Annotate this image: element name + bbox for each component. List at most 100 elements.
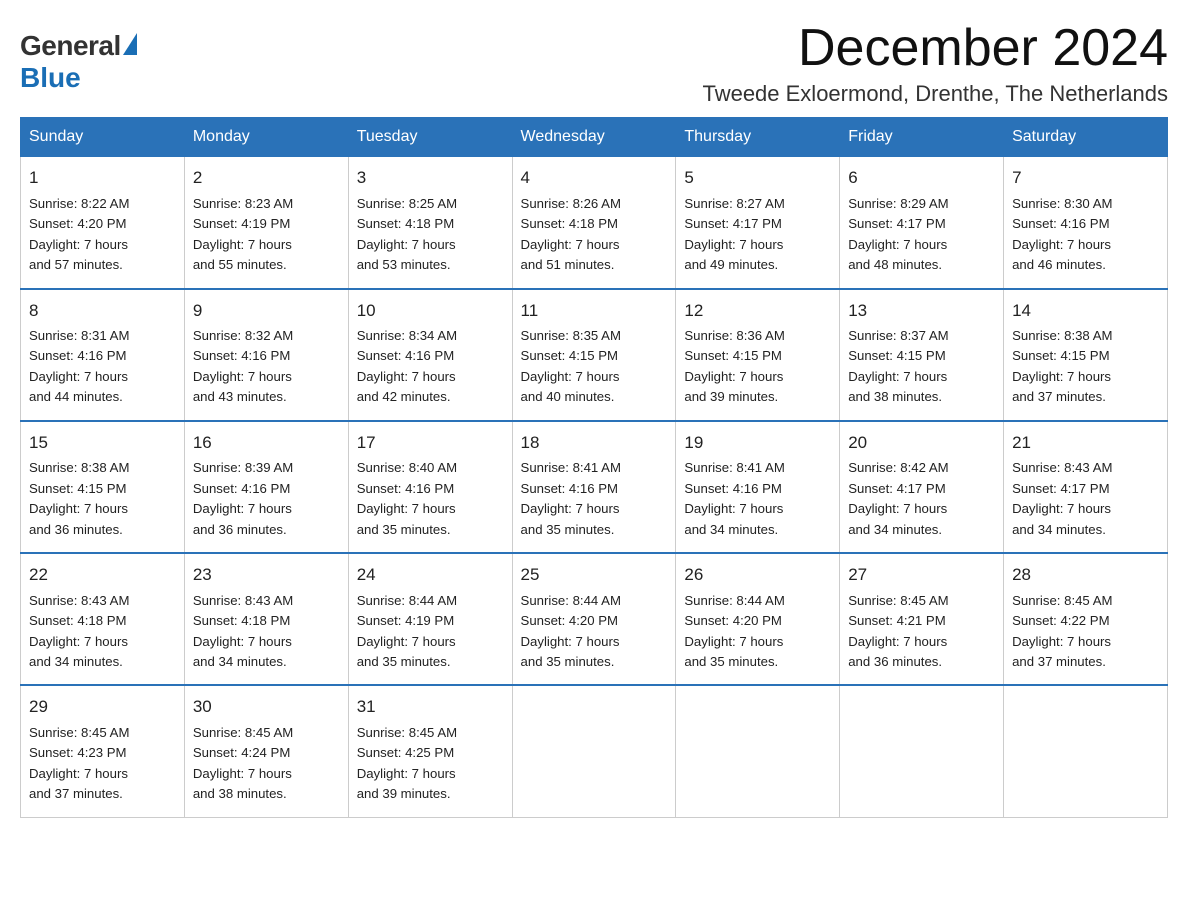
calendar-cell: 6 Sunrise: 8:29 AMSunset: 4:17 PMDayligh…: [840, 157, 1004, 289]
calendar-cell: 10 Sunrise: 8:34 AMSunset: 4:16 PMDaylig…: [348, 289, 512, 421]
calendar-cell: 13 Sunrise: 8:37 AMSunset: 4:15 PMDaylig…: [840, 289, 1004, 421]
calendar-cell: [512, 685, 676, 817]
logo-triangle-icon: [123, 33, 137, 55]
calendar-cell: [676, 685, 840, 817]
week-row-3: 15 Sunrise: 8:38 AMSunset: 4:15 PMDaylig…: [21, 421, 1168, 553]
calendar-cell: 4 Sunrise: 8:26 AMSunset: 4:18 PMDayligh…: [512, 157, 676, 289]
day-info: Sunrise: 8:39 AMSunset: 4:16 PMDaylight:…: [193, 460, 293, 536]
day-info: Sunrise: 8:35 AMSunset: 4:15 PMDaylight:…: [521, 328, 621, 404]
day-info: Sunrise: 8:37 AMSunset: 4:15 PMDaylight:…: [848, 328, 948, 404]
day-info: Sunrise: 8:42 AMSunset: 4:17 PMDaylight:…: [848, 460, 948, 536]
logo-blue-text: Blue: [20, 62, 81, 93]
day-number: 8: [29, 298, 176, 324]
calendar-cell: 20 Sunrise: 8:42 AMSunset: 4:17 PMDaylig…: [840, 421, 1004, 553]
day-info: Sunrise: 8:23 AMSunset: 4:19 PMDaylight:…: [193, 196, 293, 272]
day-number: 22: [29, 562, 176, 588]
day-info: Sunrise: 8:45 AMSunset: 4:21 PMDaylight:…: [848, 593, 948, 669]
day-number: 6: [848, 165, 995, 191]
day-number: 3: [357, 165, 504, 191]
calendar-table: SundayMondayTuesdayWednesdayThursdayFrid…: [20, 117, 1168, 818]
calendar-cell: [1004, 685, 1168, 817]
calendar-cell: 21 Sunrise: 8:43 AMSunset: 4:17 PMDaylig…: [1004, 421, 1168, 553]
day-number: 25: [521, 562, 668, 588]
day-info: Sunrise: 8:40 AMSunset: 4:16 PMDaylight:…: [357, 460, 457, 536]
logo-blue-part: [121, 37, 137, 55]
day-number: 4: [521, 165, 668, 191]
day-info: Sunrise: 8:41 AMSunset: 4:16 PMDaylight:…: [521, 460, 621, 536]
day-info: Sunrise: 8:38 AMSunset: 4:15 PMDaylight:…: [29, 460, 129, 536]
day-number: 2: [193, 165, 340, 191]
day-number: 28: [1012, 562, 1159, 588]
calendar-cell: 22 Sunrise: 8:43 AMSunset: 4:18 PMDaylig…: [21, 553, 185, 685]
day-info: Sunrise: 8:45 AMSunset: 4:24 PMDaylight:…: [193, 725, 293, 801]
header-tuesday: Tuesday: [348, 118, 512, 157]
calendar-cell: 27 Sunrise: 8:45 AMSunset: 4:21 PMDaylig…: [840, 553, 1004, 685]
day-number: 17: [357, 430, 504, 456]
day-info: Sunrise: 8:25 AMSunset: 4:18 PMDaylight:…: [357, 196, 457, 272]
day-number: 30: [193, 694, 340, 720]
calendar-cell: 14 Sunrise: 8:38 AMSunset: 4:15 PMDaylig…: [1004, 289, 1168, 421]
day-number: 31: [357, 694, 504, 720]
day-number: 24: [357, 562, 504, 588]
day-number: 16: [193, 430, 340, 456]
header-sunday: Sunday: [21, 118, 185, 157]
calendar-cell: 26 Sunrise: 8:44 AMSunset: 4:20 PMDaylig…: [676, 553, 840, 685]
week-row-5: 29 Sunrise: 8:45 AMSunset: 4:23 PMDaylig…: [21, 685, 1168, 817]
day-number: 27: [848, 562, 995, 588]
day-info: Sunrise: 8:43 AMSunset: 4:18 PMDaylight:…: [193, 593, 293, 669]
day-info: Sunrise: 8:44 AMSunset: 4:20 PMDaylight:…: [521, 593, 621, 669]
day-info: Sunrise: 8:34 AMSunset: 4:16 PMDaylight:…: [357, 328, 457, 404]
calendar-cell: 25 Sunrise: 8:44 AMSunset: 4:20 PMDaylig…: [512, 553, 676, 685]
day-info: Sunrise: 8:44 AMSunset: 4:19 PMDaylight:…: [357, 593, 457, 669]
day-number: 15: [29, 430, 176, 456]
calendar-cell: [840, 685, 1004, 817]
week-row-2: 8 Sunrise: 8:31 AMSunset: 4:16 PMDayligh…: [21, 289, 1168, 421]
day-number: 14: [1012, 298, 1159, 324]
day-number: 20: [848, 430, 995, 456]
calendar-cell: 1 Sunrise: 8:22 AMSunset: 4:20 PMDayligh…: [21, 157, 185, 289]
header-friday: Friday: [840, 118, 1004, 157]
day-info: Sunrise: 8:36 AMSunset: 4:15 PMDaylight:…: [684, 328, 784, 404]
day-number: 9: [193, 298, 340, 324]
calendar-cell: 16 Sunrise: 8:39 AMSunset: 4:16 PMDaylig…: [184, 421, 348, 553]
calendar-cell: 29 Sunrise: 8:45 AMSunset: 4:23 PMDaylig…: [21, 685, 185, 817]
month-title: December 2024: [702, 20, 1168, 77]
logo-general-text: General: [20, 30, 121, 62]
day-info: Sunrise: 8:32 AMSunset: 4:16 PMDaylight:…: [193, 328, 293, 404]
day-number: 18: [521, 430, 668, 456]
title-area: December 2024 Tweede Exloermond, Drenthe…: [702, 20, 1168, 107]
day-info: Sunrise: 8:45 AMSunset: 4:22 PMDaylight:…: [1012, 593, 1112, 669]
calendar-cell: 7 Sunrise: 8:30 AMSunset: 4:16 PMDayligh…: [1004, 157, 1168, 289]
day-info: Sunrise: 8:43 AMSunset: 4:17 PMDaylight:…: [1012, 460, 1112, 536]
header-wednesday: Wednesday: [512, 118, 676, 157]
day-info: Sunrise: 8:45 AMSunset: 4:25 PMDaylight:…: [357, 725, 457, 801]
day-number: 10: [357, 298, 504, 324]
day-info: Sunrise: 8:29 AMSunset: 4:17 PMDaylight:…: [848, 196, 948, 272]
calendar-cell: 8 Sunrise: 8:31 AMSunset: 4:16 PMDayligh…: [21, 289, 185, 421]
day-info: Sunrise: 8:31 AMSunset: 4:16 PMDaylight:…: [29, 328, 129, 404]
weekday-header-row: SundayMondayTuesdayWednesdayThursdayFrid…: [21, 118, 1168, 157]
day-info: Sunrise: 8:44 AMSunset: 4:20 PMDaylight:…: [684, 593, 784, 669]
day-number: 7: [1012, 165, 1159, 191]
day-number: 1: [29, 165, 176, 191]
day-info: Sunrise: 8:45 AMSunset: 4:23 PMDaylight:…: [29, 725, 129, 801]
day-number: 26: [684, 562, 831, 588]
calendar-cell: 3 Sunrise: 8:25 AMSunset: 4:18 PMDayligh…: [348, 157, 512, 289]
day-info: Sunrise: 8:27 AMSunset: 4:17 PMDaylight:…: [684, 196, 784, 272]
calendar-cell: 5 Sunrise: 8:27 AMSunset: 4:17 PMDayligh…: [676, 157, 840, 289]
calendar-cell: 18 Sunrise: 8:41 AMSunset: 4:16 PMDaylig…: [512, 421, 676, 553]
calendar-cell: 28 Sunrise: 8:45 AMSunset: 4:22 PMDaylig…: [1004, 553, 1168, 685]
header-saturday: Saturday: [1004, 118, 1168, 157]
calendar-cell: 31 Sunrise: 8:45 AMSunset: 4:25 PMDaylig…: [348, 685, 512, 817]
header-monday: Monday: [184, 118, 348, 157]
week-row-4: 22 Sunrise: 8:43 AMSunset: 4:18 PMDaylig…: [21, 553, 1168, 685]
logo: General Blue: [20, 30, 137, 94]
day-number: 13: [848, 298, 995, 324]
day-number: 12: [684, 298, 831, 324]
calendar-cell: 30 Sunrise: 8:45 AMSunset: 4:24 PMDaylig…: [184, 685, 348, 817]
day-number: 11: [521, 298, 668, 324]
day-number: 5: [684, 165, 831, 191]
day-info: Sunrise: 8:22 AMSunset: 4:20 PMDaylight:…: [29, 196, 129, 272]
calendar-cell: 17 Sunrise: 8:40 AMSunset: 4:16 PMDaylig…: [348, 421, 512, 553]
day-number: 19: [684, 430, 831, 456]
